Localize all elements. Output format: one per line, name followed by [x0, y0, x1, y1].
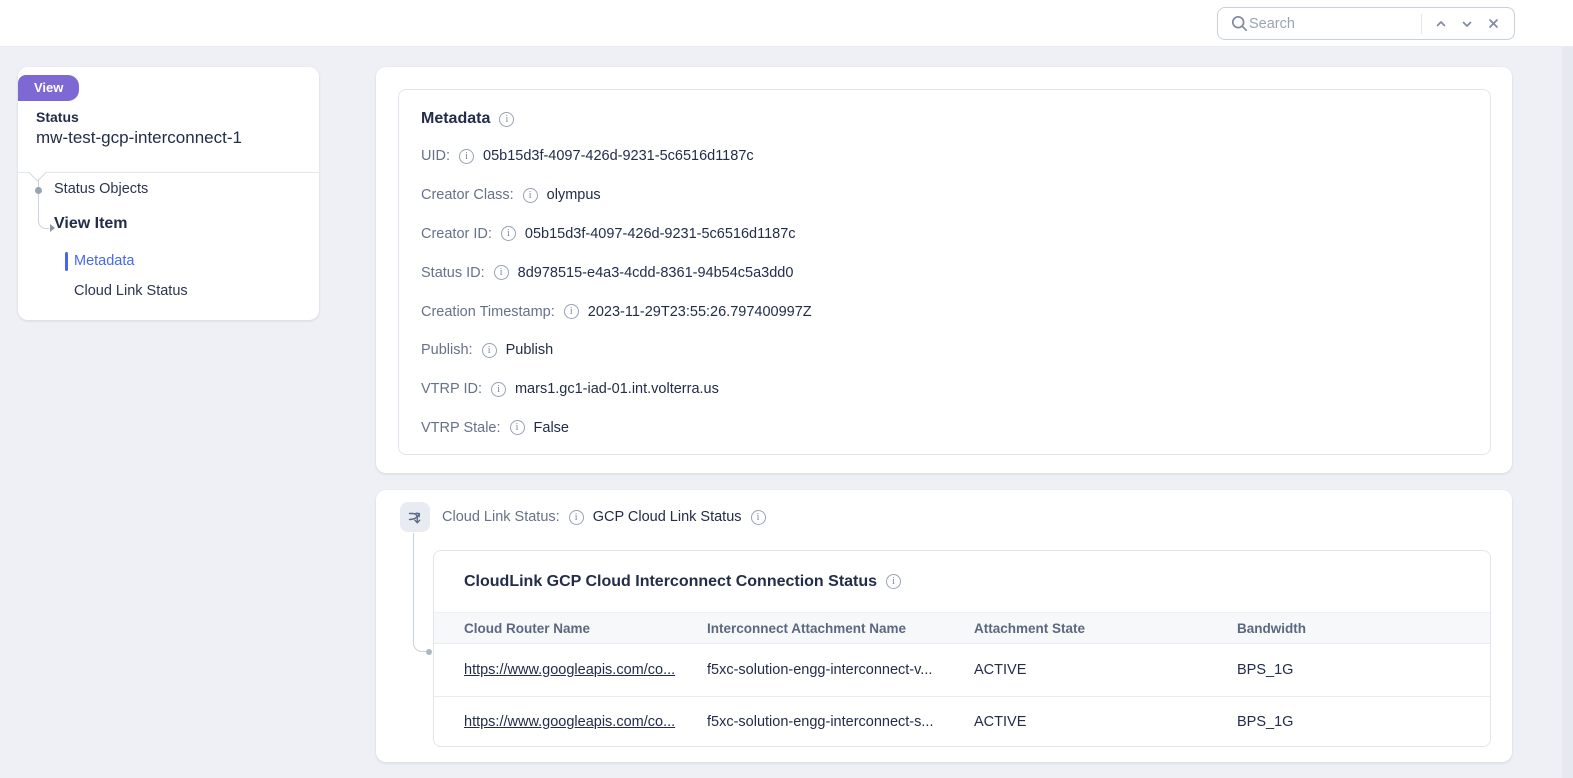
interconnect-status-table-card: CloudLink GCP Cloud Interconnect Connect…	[433, 550, 1491, 747]
info-icon[interactable]	[482, 343, 497, 358]
sidebar-divider	[18, 172, 319, 173]
field-row-status-id: Status ID: 8d978515-e4a3-4cdd-8361-94b54…	[421, 253, 1468, 292]
interconnect-attachment-name-cell: f5xc-solution-engg-interconnect-v...	[707, 662, 974, 678]
column-header-bandwidth: Bandwidth	[1237, 621, 1490, 636]
sidebar-item-view-item[interactable]: View Item	[54, 215, 128, 233]
search-input[interactable]	[1249, 16, 1419, 32]
field-row-vtrp-id: VTRP ID: mars1.gc1-iad-01.int.volterra.u…	[421, 370, 1468, 409]
metadata-card-title: Metadata	[421, 110, 490, 128]
info-icon[interactable]	[459, 149, 474, 164]
field-value: 05b15d3f-4097-426d-9231-5c6516d1187c	[525, 226, 796, 242]
bandwidth-cell: BPS_1G	[1237, 662, 1490, 678]
field-label: Creator ID:	[421, 226, 492, 242]
field-value: 05b15d3f-4097-426d-9231-5c6516d1187c	[483, 148, 754, 164]
chevron-up-icon[interactable]	[1428, 11, 1454, 37]
field-row-creator-class: Creator Class: olympus	[421, 176, 1468, 215]
field-row-vtrp-stale: VTRP Stale: False	[421, 409, 1468, 448]
info-icon[interactable]	[501, 226, 516, 241]
close-icon[interactable]	[1480, 11, 1506, 37]
table-header-row: Cloud Router Name Interconnect Attachmen…	[434, 612, 1490, 644]
cloud-link-status-value: GCP Cloud Link Status	[593, 509, 742, 525]
field-value: 2023-11-29T23:55:26.797400997Z	[588, 304, 812, 320]
field-label: Creator Class:	[421, 187, 514, 203]
field-row-creation-timestamp: Creation Timestamp: 2023-11-29T23:55:26.…	[421, 292, 1468, 331]
field-label: Publish:	[421, 342, 473, 358]
tree-connector-dot	[426, 649, 432, 655]
table-row: https://www.googleapis.com/co... f5xc-so…	[434, 696, 1490, 748]
table-row: https://www.googleapis.com/co... f5xc-so…	[434, 644, 1490, 696]
tree-connector-line	[413, 533, 426, 652]
field-value: Publish	[506, 342, 554, 358]
interconnect-attachment-name-cell: f5xc-solution-engg-interconnect-s...	[707, 714, 974, 730]
info-icon[interactable]	[751, 510, 766, 525]
field-value: olympus	[547, 187, 601, 203]
field-label: UID:	[421, 148, 450, 164]
info-icon[interactable]	[569, 510, 584, 525]
tree-bullet-icon	[35, 187, 42, 194]
field-label: Creation Timestamp:	[421, 304, 555, 320]
top-bar	[0, 0, 1573, 47]
cloud-router-link[interactable]: https://www.googleapis.com/co...	[464, 662, 675, 678]
bandwidth-cell: BPS_1G	[1237, 714, 1490, 730]
cloud-link-status-label: Cloud Link Status:	[442, 509, 560, 525]
info-icon[interactable]	[499, 112, 514, 127]
metadata-card: Metadata UID: 05b15d3f-4097-426d-9231-5c…	[398, 89, 1491, 455]
sidebar-item-metadata[interactable]: Metadata	[74, 253, 134, 269]
metadata-panel: Metadata UID: 05b15d3f-4097-426d-9231-5c…	[376, 67, 1512, 473]
info-icon[interactable]	[510, 420, 525, 435]
selected-item-indicator	[65, 252, 68, 271]
sidebar-item-cloud-link-status[interactable]: Cloud Link Status	[74, 283, 188, 299]
attachment-state-cell: ACTIVE	[974, 714, 1237, 730]
field-label: VTRP ID:	[421, 381, 482, 397]
object-kind-label: Status	[36, 109, 79, 125]
chevron-down-icon[interactable]	[1454, 11, 1480, 37]
search-box[interactable]	[1217, 7, 1515, 40]
column-header-interconnect-attachment-name: Interconnect Attachment Name	[707, 621, 974, 636]
info-icon[interactable]	[523, 188, 538, 203]
scrollbar-track[interactable]	[1562, 47, 1573, 778]
view-badge: View	[18, 75, 79, 101]
status-summary-card: View Status mw-test-gcp-interconnect-1 S…	[18, 67, 319, 320]
info-icon[interactable]	[886, 574, 901, 589]
info-icon[interactable]	[564, 304, 579, 319]
field-row-publish: Publish: Publish	[421, 331, 1468, 370]
field-value: mars1.gc1-iad-01.int.volterra.us	[515, 381, 719, 397]
table-title: CloudLink GCP Cloud Interconnect Connect…	[464, 573, 877, 591]
branch-icon[interactable]	[400, 502, 430, 532]
cloud-link-status-panel: Cloud Link Status: GCP Cloud Link Status…	[376, 490, 1512, 762]
search-divider	[1421, 14, 1422, 34]
field-row-creator-id: Creator ID: 05b15d3f-4097-426d-9231-5c65…	[421, 215, 1468, 254]
field-row-uid: UID: 05b15d3f-4097-426d-9231-5c6516d1187…	[421, 137, 1468, 176]
field-value: 8d978515-e4a3-4cdd-8361-94b54c5a3dd0	[518, 265, 794, 281]
field-label: VTRP Stale:	[421, 420, 501, 436]
column-header-cloud-router-name: Cloud Router Name	[464, 621, 707, 636]
sidebar-item-status-objects[interactable]: Status Objects	[54, 181, 148, 197]
search-icon	[1229, 11, 1249, 37]
attachment-state-cell: ACTIVE	[974, 662, 1237, 678]
field-label: Status ID:	[421, 265, 485, 281]
cloud-router-link[interactable]: https://www.googleapis.com/co...	[464, 714, 675, 730]
info-icon[interactable]	[494, 265, 509, 280]
field-value: False	[534, 420, 569, 436]
column-header-attachment-state: Attachment State	[974, 621, 1237, 636]
object-title: mw-test-gcp-interconnect-1	[36, 128, 242, 148]
info-icon[interactable]	[491, 382, 506, 397]
